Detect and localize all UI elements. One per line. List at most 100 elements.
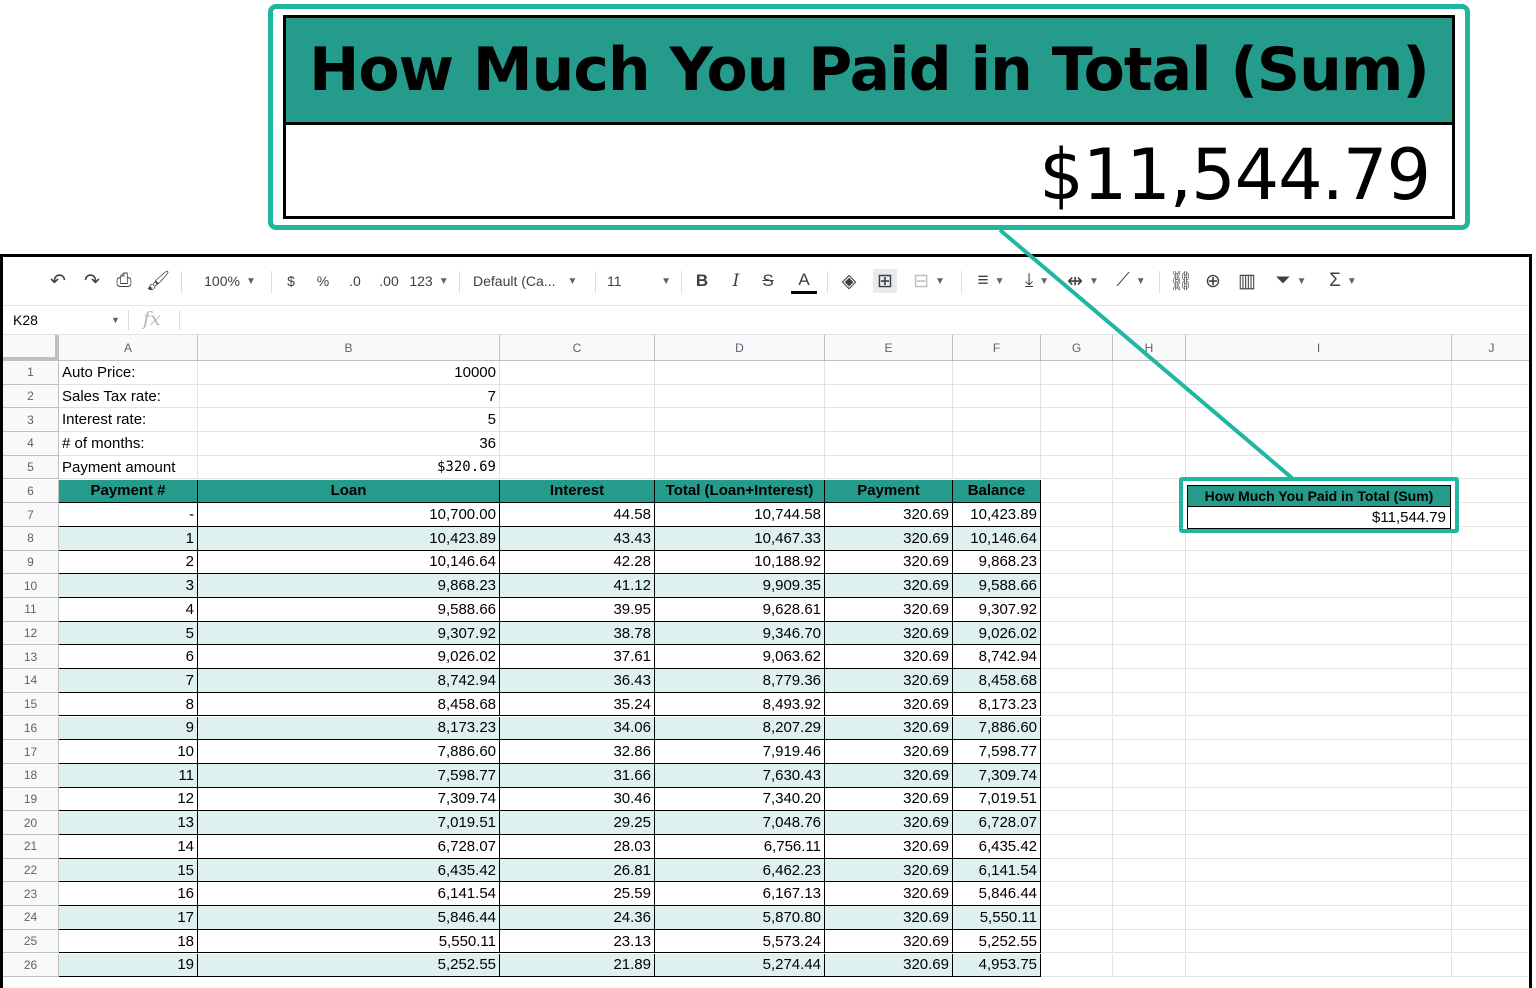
cell[interactable]: [1186, 929, 1452, 954]
cell[interactable]: [1041, 811, 1113, 835]
table-cell[interactable]: 5,274.44: [655, 953, 825, 978]
row-header[interactable]: 4: [3, 432, 59, 456]
table-cell[interactable]: 320.69: [825, 716, 953, 741]
table-cell[interactable]: 5,252.55: [953, 929, 1041, 954]
table-cell[interactable]: 6: [59, 645, 198, 670]
cell[interactable]: [1452, 788, 1529, 812]
row-header[interactable]: 5: [3, 455, 59, 480]
cell[interactable]: [1452, 717, 1529, 741]
table-cell[interactable]: 25.59: [500, 882, 655, 907]
table-cell[interactable]: 2: [59, 550, 198, 575]
cell[interactable]: [1186, 763, 1452, 788]
table-cell[interactable]: 6,728.07: [198, 835, 500, 859]
table-cell[interactable]: 320.69: [825, 811, 953, 835]
row-header[interactable]: 16: [3, 716, 59, 741]
cell[interactable]: [825, 408, 953, 433]
table-cell[interactable]: 10,423.89: [198, 526, 500, 551]
cell[interactable]: [1452, 859, 1529, 883]
summary-title[interactable]: How Much You Paid in Total (Sum): [1187, 485, 1451, 507]
cell[interactable]: [1113, 740, 1186, 764]
cell[interactable]: [1186, 787, 1452, 812]
table-cell[interactable]: 5,573.24: [655, 929, 825, 954]
input-value[interactable]: 5: [198, 408, 500, 433]
text-rotation-icon[interactable]: ⟋ ▼: [1111, 269, 1151, 293]
table-cell[interactable]: 320.69: [825, 835, 953, 859]
cell[interactable]: [1041, 882, 1113, 907]
table-cell[interactable]: 10,744.58: [655, 503, 825, 527]
cell[interactable]: [1113, 526, 1186, 551]
row-header[interactable]: 19: [3, 787, 59, 812]
cell[interactable]: [1452, 764, 1529, 788]
table-cell[interactable]: 10,146.64: [198, 550, 500, 575]
cell[interactable]: [1041, 503, 1113, 527]
cell[interactable]: [1186, 384, 1452, 409]
table-cell[interactable]: -: [59, 503, 198, 527]
table-cell[interactable]: 12: [59, 787, 198, 812]
cell[interactable]: [1041, 858, 1113, 883]
table-cell[interactable]: 9,026.02: [198, 645, 500, 670]
cell[interactable]: [655, 384, 825, 409]
table-cell[interactable]: 6,167.13: [655, 882, 825, 907]
cell[interactable]: [1452, 385, 1529, 409]
cell[interactable]: [1113, 835, 1186, 859]
table-cell[interactable]: 320.69: [825, 929, 953, 954]
row-header[interactable]: 26: [3, 953, 59, 978]
table-header-cell[interactable]: Loan: [198, 479, 500, 504]
table-cell[interactable]: 8,458.68: [198, 692, 500, 717]
cell[interactable]: [1041, 835, 1113, 859]
column-header-f[interactable]: F: [953, 335, 1041, 361]
cell[interactable]: [1186, 455, 1452, 480]
table-cell[interactable]: 31.66: [500, 763, 655, 788]
cell[interactable]: [1452, 669, 1529, 693]
table-cell[interactable]: 8: [59, 692, 198, 717]
cell[interactable]: [500, 408, 655, 433]
more-formats-button[interactable]: 123 ▼: [409, 269, 449, 293]
table-cell[interactable]: 9,026.02: [953, 621, 1041, 646]
cell[interactable]: [1186, 835, 1452, 859]
row-header[interactable]: 20: [3, 811, 59, 835]
table-cell[interactable]: 28.03: [500, 835, 655, 859]
cell[interactable]: [1041, 669, 1113, 693]
cell[interactable]: [1113, 716, 1186, 741]
row-header[interactable]: 3: [3, 408, 59, 433]
row-header[interactable]: 25: [3, 929, 59, 954]
cell[interactable]: [1186, 621, 1452, 646]
column-header-c[interactable]: C: [500, 335, 655, 361]
table-cell[interactable]: 8,173.23: [953, 692, 1041, 717]
table-cell[interactable]: 18: [59, 929, 198, 954]
table-cell[interactable]: 320.69: [825, 598, 953, 622]
table-cell[interactable]: 9,868.23: [198, 574, 500, 598]
cell[interactable]: [1186, 432, 1452, 456]
table-cell[interactable]: 9,307.92: [953, 598, 1041, 622]
cell[interactable]: [1113, 598, 1186, 622]
cell[interactable]: [1186, 740, 1452, 764]
cell[interactable]: [1041, 598, 1113, 622]
cell[interactable]: [1041, 432, 1113, 456]
cell[interactable]: [1041, 550, 1113, 575]
table-cell[interactable]: 13: [59, 811, 198, 835]
table-cell[interactable]: 29.25: [500, 811, 655, 835]
cell[interactable]: [1041, 479, 1113, 504]
column-header-i[interactable]: I: [1186, 335, 1452, 361]
cell[interactable]: [1113, 929, 1186, 954]
input-label[interactable]: Auto Price:: [59, 361, 198, 385]
cell[interactable]: [1452, 954, 1529, 978]
table-cell[interactable]: 34.06: [500, 716, 655, 741]
cell[interactable]: [1452, 882, 1529, 907]
fill-color-icon[interactable]: ◈: [837, 269, 861, 293]
horizontal-align-icon[interactable]: ≡ ▼: [971, 269, 1011, 293]
name-box[interactable]: K28: [13, 312, 38, 328]
cell[interactable]: [1452, 622, 1529, 646]
row-header[interactable]: 8: [3, 526, 59, 551]
column-header-b[interactable]: B: [198, 335, 500, 361]
cell[interactable]: [1186, 882, 1452, 907]
cell[interactable]: [1186, 953, 1452, 978]
cell[interactable]: [1452, 503, 1529, 527]
table-cell[interactable]: 44.58: [500, 503, 655, 527]
cell[interactable]: [825, 361, 953, 385]
cell[interactable]: [500, 432, 655, 456]
table-cell[interactable]: 7,919.46: [655, 740, 825, 764]
table-cell[interactable]: 14: [59, 835, 198, 859]
cell[interactable]: [1186, 858, 1452, 883]
cell[interactable]: [1452, 408, 1529, 433]
